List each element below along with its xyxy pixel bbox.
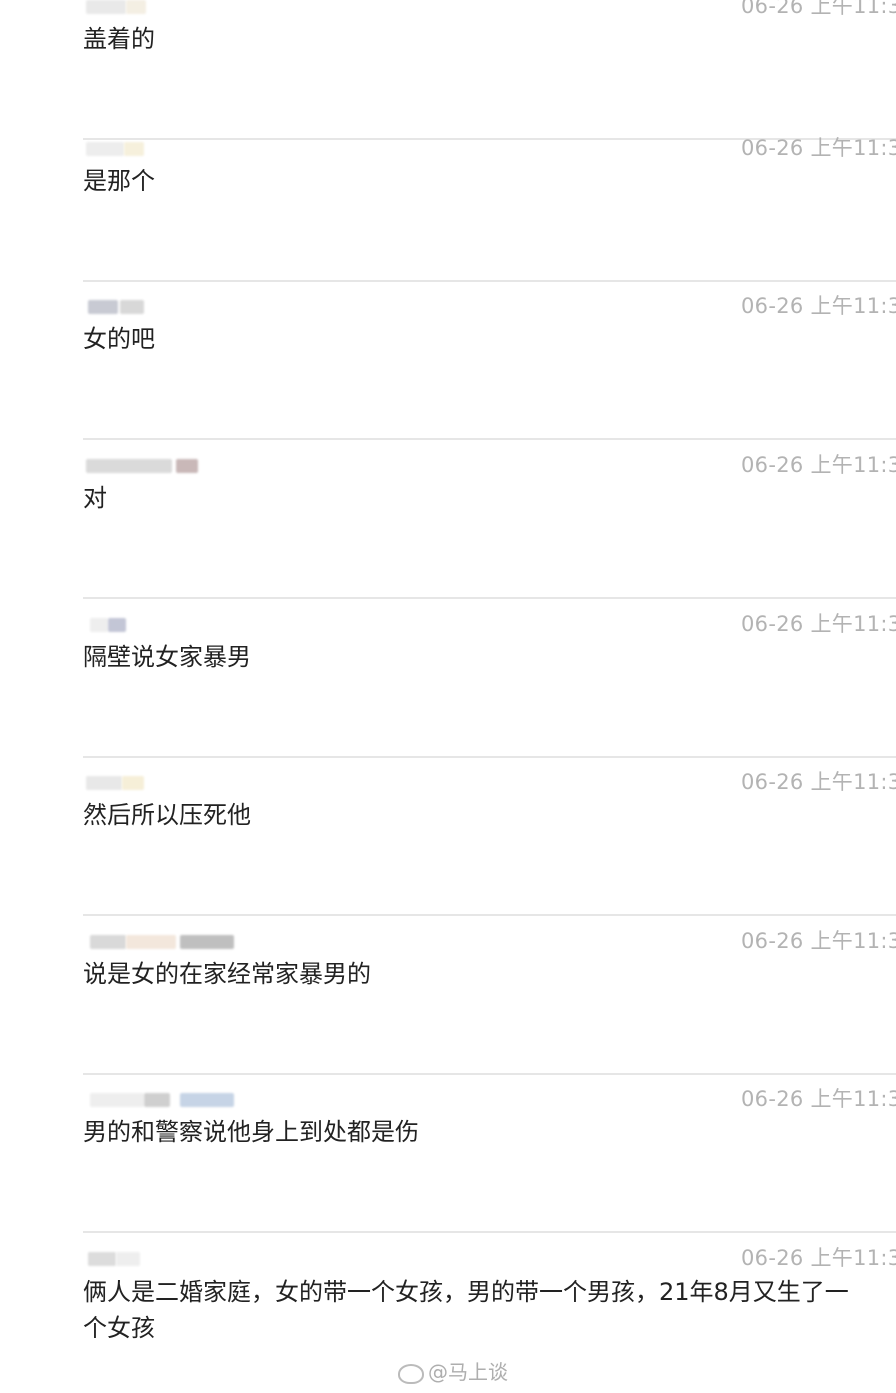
name-blur-block <box>90 618 108 632</box>
comment-text: 是那个 <box>83 167 155 195</box>
name-blur-block <box>90 1093 144 1107</box>
comment-time: 06-26 上午11:3 <box>741 1087 896 1111</box>
name-blur-block <box>120 300 144 314</box>
comment-time: 06-26 上午11:3 <box>741 136 896 160</box>
username-blurred[interactable] <box>86 1252 246 1268</box>
name-blur-block <box>180 935 234 949</box>
username-blurred[interactable] <box>86 618 246 634</box>
name-blur-block <box>86 0 126 14</box>
comment-text: 男的和警察说他身上到处都是伤 <box>83 1118 419 1146</box>
comment-time: 06-26 上午11:3 <box>741 929 896 953</box>
comment-text: 俩人是二婚家庭，女的带一个女孩，男的带一个男孩，21年8月又生了一个女孩 <box>83 1278 849 1342</box>
comment-text: 然后所以压死他 <box>83 801 251 829</box>
username-blurred[interactable] <box>86 1093 246 1109</box>
watermark: @马上谈 <box>398 1356 508 1385</box>
comment-text: 女的吧 <box>83 325 155 353</box>
name-blur-block <box>126 0 146 14</box>
name-blur-block <box>116 1252 140 1266</box>
comment-time: 06-26 上午11:3 <box>741 770 896 794</box>
username-blurred[interactable] <box>86 935 246 951</box>
comment-time: 06-26 上午11:3 <box>741 294 896 318</box>
name-blur-block <box>88 1252 116 1266</box>
name-blur-block <box>180 1093 234 1107</box>
username-blurred[interactable] <box>86 300 246 316</box>
name-blur-block <box>108 618 126 632</box>
watermark-text: @马上谈 <box>428 1360 508 1384</box>
username-blurred[interactable] <box>86 776 246 792</box>
divider <box>83 597 896 599</box>
divider <box>83 914 896 916</box>
comment-item: 06-26 上午11:3 男的和警察说他身上到处都是伤 <box>0 1075 896 1233</box>
comment-item: 06-26 上午11:3 女的吧 <box>0 282 896 440</box>
comment-text: 隔壁说女家暴男 <box>83 643 251 671</box>
comment-item: 06-26 上午11:3 隔壁说女家暴男 <box>0 600 896 758</box>
name-blur-block <box>176 459 198 473</box>
comment-item: 06-26 上午11:3 然后所以压死他 <box>0 758 896 916</box>
name-blur-block <box>124 142 144 156</box>
comment-item: 06-26 上午11:3 对 <box>0 441 896 599</box>
comment-time: 06-26 上午11:3 <box>741 612 896 636</box>
divider <box>83 438 896 440</box>
name-blur-block <box>88 300 118 314</box>
comment-item: 06-26 上午11:3 说是女的在家经常家暴男的 <box>0 917 896 1075</box>
name-blur-block <box>90 935 126 949</box>
comment-time: 06-26 上午11:3 <box>741 453 896 477</box>
name-blur-block <box>144 1093 170 1107</box>
comment-item: 06-26 上午11:3 是那个 <box>0 124 896 282</box>
username-blurred[interactable] <box>86 459 246 475</box>
comment-text: 盖着的 <box>83 25 155 53</box>
name-blur-block <box>122 776 144 790</box>
comment-time: 06-26 上午11:3 <box>741 0 896 18</box>
weibo-logo-icon <box>398 1363 424 1384</box>
comment-text: 说是女的在家经常家暴男的 <box>83 960 371 988</box>
username-blurred[interactable] <box>86 0 246 16</box>
name-blur-block <box>86 142 124 156</box>
comment-item: 06-26 上午11:3 盖着的 <box>0 0 896 140</box>
name-blur-block <box>86 459 172 473</box>
username-blurred[interactable] <box>86 142 246 158</box>
divider <box>83 1231 896 1233</box>
name-blur-block <box>86 776 122 790</box>
comment-text: 对 <box>83 484 107 512</box>
comment-time: 06-26 上午11:3 <box>741 1246 896 1270</box>
name-blur-block <box>126 935 176 949</box>
